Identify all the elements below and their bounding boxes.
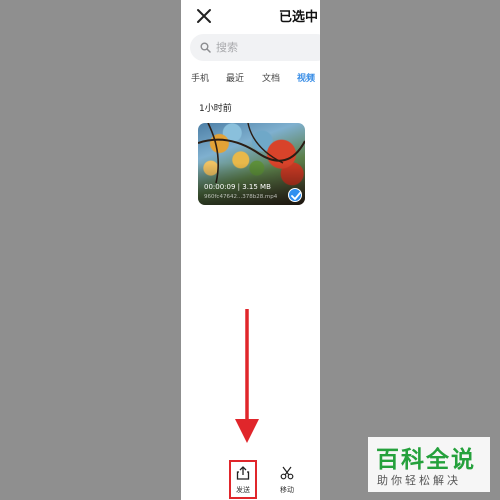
tab-phone[interactable]: 手机 bbox=[191, 71, 209, 84]
phone-screen: 已选中 手机 最近 文档 视频 1小时前 00:00:09 | 3.15 MB … bbox=[181, 0, 320, 500]
video-thumbnail[interactable]: 00:00:09 | 3.15 MB 960fc47642...378b28.m… bbox=[198, 123, 305, 205]
close-icon[interactable] bbox=[195, 7, 213, 25]
search-bar[interactable] bbox=[190, 34, 320, 61]
annotation-arrow-icon bbox=[235, 309, 259, 443]
checkmark-icon bbox=[291, 192, 301, 200]
tab-documents[interactable]: 文档 bbox=[262, 71, 280, 84]
send-button[interactable]: 发送 bbox=[226, 463, 260, 497]
page-title: 已选中 bbox=[279, 10, 319, 25]
scissors-icon bbox=[280, 466, 294, 480]
tab-recent[interactable]: 最近 bbox=[226, 71, 244, 84]
search-input[interactable] bbox=[216, 38, 316, 57]
tab-videos[interactable]: 视频 bbox=[297, 71, 315, 84]
send-label: 发送 bbox=[236, 486, 250, 494]
share-icon bbox=[236, 466, 250, 480]
watermark-subtitle: 助你轻松解决 bbox=[377, 474, 461, 487]
section-time-label: 1小时前 bbox=[199, 104, 232, 114]
video-filename: 960fc47642...378b28.mp4 bbox=[204, 194, 278, 200]
move-button[interactable]: 移动 bbox=[270, 463, 304, 497]
move-label: 移动 bbox=[280, 486, 294, 494]
bottom-action-bar: 发送 移动 bbox=[181, 455, 320, 500]
selected-checkbox[interactable] bbox=[288, 188, 302, 202]
category-tabs: 手机 最近 文档 视频 bbox=[181, 71, 320, 87]
search-icon bbox=[200, 42, 211, 53]
video-duration-size: 00:00:09 | 3.15 MB bbox=[204, 183, 271, 191]
watermark-logo: 百科全说 助你轻松解决 bbox=[368, 437, 490, 492]
watermark-title: 百科全说 bbox=[376, 447, 476, 473]
